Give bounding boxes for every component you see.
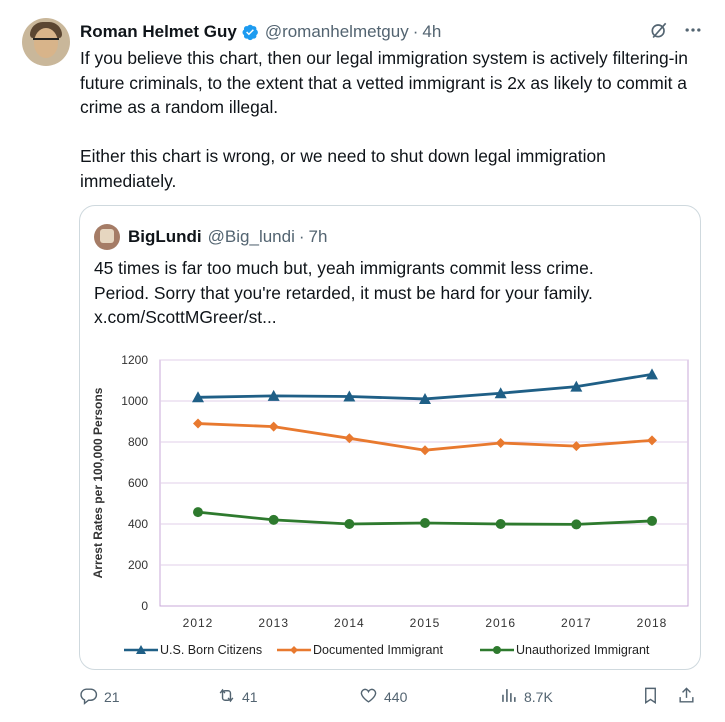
legend-label: Documented Immigrant bbox=[313, 643, 443, 657]
quote-header: BigLundi @Big_lundi · 7h bbox=[94, 224, 327, 250]
tweet-actions: 21 41 440 8.7K bbox=[79, 686, 699, 710]
grok-icon[interactable] bbox=[649, 20, 669, 45]
legend-label: U.S. Born Citizens bbox=[160, 643, 262, 657]
data-point-circle bbox=[193, 507, 203, 518]
views-count: 8.7K bbox=[524, 689, 553, 705]
x-tick-label: 2017 bbox=[561, 616, 592, 630]
data-point-circle bbox=[268, 514, 279, 525]
quote-avatar bbox=[94, 224, 120, 250]
arrest-rate-chart: 0 200 400 600 800 1000 1200 2012 2013 2014 2015 201… bbox=[91, 353, 689, 657]
x-tick-label: 2018 bbox=[637, 616, 668, 630]
quoted-tweet[interactable]: BigLundi @Big_lundi · 7h 45 times is far… bbox=[79, 205, 701, 670]
data-point-diamond bbox=[647, 435, 657, 446]
quote-link[interactable]: x.com/ScottMGreer/st... bbox=[94, 305, 684, 330]
data-point-diamond bbox=[420, 445, 430, 456]
bookmark-icon bbox=[641, 686, 660, 708]
quote-time: 7h bbox=[308, 227, 328, 246]
x-tick-label: 2013 bbox=[258, 616, 289, 630]
quote-separator: · bbox=[298, 227, 305, 246]
verified-badge-icon bbox=[241, 23, 259, 41]
y-tick-label: 0 bbox=[141, 599, 148, 613]
data-point-circle bbox=[495, 519, 506, 529]
like-icon bbox=[359, 686, 378, 708]
data-point-circle bbox=[344, 519, 355, 529]
x-tick-label: 2012 bbox=[183, 616, 214, 630]
data-point-diamond bbox=[193, 418, 203, 429]
legend-marker bbox=[290, 646, 298, 654]
x-tick-label: 2016 bbox=[485, 616, 516, 630]
like-button[interactable]: 440 bbox=[359, 686, 407, 708]
reply-button[interactable]: 21 bbox=[79, 686, 120, 708]
legend-marker bbox=[493, 646, 501, 654]
y-tick-label: 800 bbox=[128, 435, 148, 449]
repost-button[interactable]: 41 bbox=[217, 686, 258, 708]
y-tick-label: 400 bbox=[128, 517, 148, 531]
quote-text: 45 times is far too much but, yeah immig… bbox=[94, 256, 684, 330]
share-button[interactable] bbox=[677, 686, 696, 708]
data-point-circle bbox=[420, 517, 430, 528]
reply-icon bbox=[79, 686, 98, 708]
more-icon[interactable] bbox=[683, 20, 703, 45]
y-tick-label: 1200 bbox=[121, 353, 148, 367]
quote-line: Period. Sorry that you're retarded, it m… bbox=[94, 282, 593, 303]
legend-label: Unauthorized Immigrant bbox=[516, 643, 650, 657]
data-point-circle bbox=[571, 519, 582, 530]
x-tick-label: 2015 bbox=[410, 616, 441, 630]
author-name[interactable]: Roman Helmet Guy bbox=[80, 22, 237, 42]
quote-author-handle: @Big_lundi bbox=[207, 227, 295, 246]
data-point-diamond bbox=[571, 441, 582, 452]
like-count: 440 bbox=[384, 689, 408, 705]
reply-count: 21 bbox=[104, 689, 120, 705]
share-icon bbox=[677, 686, 696, 708]
bookmark-button[interactable] bbox=[641, 686, 660, 708]
data-point-diamond bbox=[268, 421, 279, 432]
views-icon bbox=[499, 686, 518, 708]
y-axis-label: Arrest Rates per 100,000 Persons bbox=[91, 387, 105, 578]
author-handle[interactable]: @romanhelmetguy bbox=[265, 22, 409, 42]
views-button[interactable]: 8.7K bbox=[499, 686, 553, 708]
separator: · bbox=[412, 22, 419, 41]
y-tick-label: 200 bbox=[128, 558, 148, 572]
x-tick-label: 2014 bbox=[334, 616, 365, 630]
data-point-circle bbox=[647, 515, 657, 526]
quote-author-name: BigLundi bbox=[128, 227, 202, 246]
quote-line: 45 times is far too much but, yeah immig… bbox=[94, 258, 594, 278]
repost-count: 41 bbox=[242, 689, 258, 705]
tweet-top-actions bbox=[649, 20, 703, 45]
data-point-diamond bbox=[495, 438, 506, 449]
author-avatar[interactable] bbox=[22, 18, 70, 66]
tweet-text: If you believe this chart, then our lega… bbox=[80, 48, 688, 191]
y-tick-label: 600 bbox=[128, 476, 148, 490]
tweet-time[interactable]: 4h bbox=[422, 22, 441, 42]
tweet-header: Roman Helmet Guy @romanhelmetguy · 4h bbox=[80, 20, 441, 44]
y-tick-label: 1000 bbox=[121, 394, 148, 408]
repost-icon bbox=[217, 686, 236, 708]
